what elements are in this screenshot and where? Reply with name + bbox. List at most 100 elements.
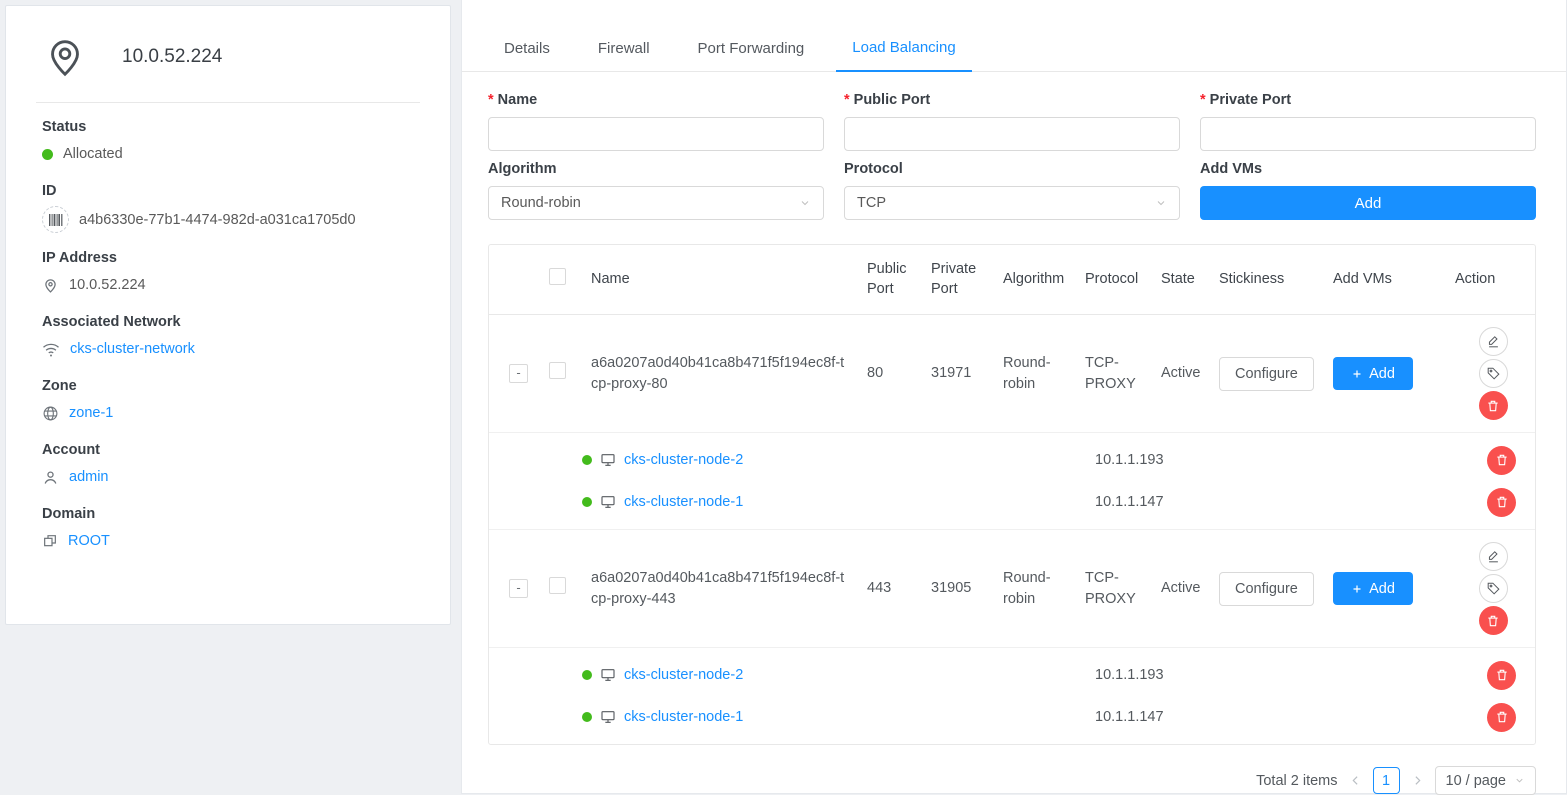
section-id: ID a4b6330e-77b1-4474-982d-a031ca1705d0 (42, 183, 420, 233)
tab-port-forwarding[interactable]: Port Forwarding (682, 26, 821, 71)
tag-icon (1486, 366, 1501, 381)
remove-vm-button[interactable] (1487, 446, 1516, 475)
plus-icon (1351, 583, 1363, 595)
protocol-select[interactable]: TCP (844, 186, 1180, 220)
pagination: Total 2 items 1 10 / page (462, 766, 1536, 795)
private-port-input[interactable] (1200, 117, 1536, 151)
vm-link[interactable]: cks-cluster-node-1 (624, 494, 743, 510)
vm-status-dot-icon (582, 670, 592, 680)
pin-icon (42, 277, 59, 294)
section-domain: Domain ROOT (42, 506, 420, 553)
detail-panel: Details Firewall Port Forwarding Load Ba… (461, 0, 1567, 794)
tag-icon (1486, 581, 1501, 596)
chevron-down-icon (1514, 775, 1525, 786)
trash-icon (1495, 453, 1509, 467)
vm-row: cks-cluster-node-1 10.1.1.147 (489, 696, 1535, 738)
add-vms-field-label: Add VMs (1200, 161, 1536, 177)
rule-algorithm: Round-robin (995, 562, 1077, 616)
vm-ip: 10.1.1.193 (1095, 452, 1487, 468)
configure-stickiness-button[interactable]: Configure (1219, 357, 1314, 391)
section-account: Account admin (42, 442, 420, 489)
domain-link[interactable]: ROOT (68, 533, 110, 549)
table-row: - a6a0207a0d40b41ca8b471f5f194ec8f-tcp-p… (489, 315, 1535, 433)
vm-status-dot-icon (582, 497, 592, 507)
public-port-input[interactable] (844, 117, 1180, 151)
vm-ip: 10.1.1.147 (1095, 494, 1487, 510)
vm-monitor-icon (600, 494, 616, 510)
next-page-button[interactable] (1409, 772, 1426, 789)
rule-state: Active (1153, 572, 1211, 605)
header-state: State (1153, 255, 1211, 305)
select-all-checkbox[interactable] (549, 268, 566, 285)
rule-algorithm: Round-robin (995, 347, 1077, 401)
trash-icon (1495, 668, 1509, 682)
field-add-vms: Add VMs Add (1200, 161, 1536, 220)
page-title: 10.0.52.224 (122, 46, 222, 68)
tab-firewall[interactable]: Firewall (582, 26, 666, 71)
ip-details-card: 10.0.52.224 Status Allocated ID a4b63 (5, 5, 451, 625)
remove-vm-button[interactable] (1487, 703, 1516, 732)
account-link[interactable]: admin (69, 469, 109, 485)
tag-rule-button[interactable] (1479, 574, 1508, 603)
page-number-button[interactable]: 1 (1373, 767, 1400, 794)
edit-rule-button[interactable] (1479, 542, 1508, 571)
section-status: Status Allocated (42, 119, 420, 166)
rule-protocol: TCP-PROXY (1077, 347, 1153, 401)
header-action: Action (1447, 255, 1539, 305)
add-rule-button[interactable]: Add (1200, 186, 1536, 220)
row-checkbox[interactable] (549, 577, 566, 594)
collapse-row-button[interactable]: - (509, 579, 528, 598)
tab-details[interactable]: Details (488, 26, 566, 71)
vm-row: cks-cluster-node-2 10.1.1.193 (489, 654, 1535, 696)
field-algorithm: Algorithm Round-robin (488, 161, 824, 220)
location-pin-icon (42, 34, 88, 80)
trash-icon (1495, 495, 1509, 509)
edit-rule-button[interactable] (1479, 327, 1508, 356)
status-value: Allocated (63, 146, 123, 162)
add-vm-to-rule-button[interactable]: Add (1333, 572, 1413, 605)
table-header-row: Name Public Port Private Port Algorithm … (489, 245, 1535, 315)
delete-rule-button[interactable] (1479, 606, 1508, 635)
collapse-row-button[interactable]: - (509, 364, 528, 383)
vm-link[interactable]: cks-cluster-node-1 (624, 709, 743, 725)
previous-page-button[interactable] (1347, 772, 1364, 789)
algorithm-selected-value: Round-robin (501, 195, 581, 211)
header-public-port: Public Port (859, 245, 923, 314)
tag-rule-button[interactable] (1479, 359, 1508, 388)
add-rule-form: *Name *Public Port *Private Port Algorit… (462, 72, 1566, 244)
required-asterisk: * (1200, 92, 1206, 108)
remove-vm-button[interactable] (1487, 661, 1516, 690)
remove-vm-button[interactable] (1487, 488, 1516, 517)
algorithm-select[interactable]: Round-robin (488, 186, 824, 220)
globe-icon (42, 405, 59, 422)
delete-rule-button[interactable] (1479, 391, 1508, 420)
name-input[interactable] (488, 117, 824, 151)
rule-private-port: 31971 (923, 357, 995, 390)
section-zone: Zone zone-1 (42, 378, 420, 425)
status-label: Status (42, 119, 420, 135)
vm-status-dot-icon (582, 455, 592, 465)
id-value: a4b6330e-77b1-4474-982d-a031ca1705d0 (79, 212, 356, 228)
algorithm-field-label: Algorithm (488, 161, 824, 177)
user-icon (42, 469, 59, 486)
configure-stickiness-button[interactable]: Configure (1219, 572, 1314, 606)
ip-address-label: IP Address (42, 250, 420, 266)
private-port-field-label: Private Port (1210, 92, 1291, 108)
network-link[interactable]: cks-cluster-network (70, 341, 195, 357)
card-header: 10.0.52.224 (6, 6, 450, 102)
page-size-select[interactable]: 10 / page (1435, 766, 1536, 795)
rule-vm-list: cks-cluster-node-2 10.1.1.193 cks-cluste… (489, 433, 1535, 530)
vm-link[interactable]: cks-cluster-node-2 (624, 452, 743, 468)
row-checkbox[interactable] (549, 362, 566, 379)
rule-vm-list: cks-cluster-node-2 10.1.1.193 cks-cluste… (489, 648, 1535, 744)
vm-ip: 10.1.1.193 (1095, 667, 1487, 683)
tab-load-balancing[interactable]: Load Balancing (836, 25, 971, 72)
chevron-down-icon (1155, 197, 1167, 209)
page-size-value: 10 / page (1446, 773, 1506, 789)
vm-link[interactable]: cks-cluster-node-2 (624, 667, 743, 683)
add-vm-to-rule-button[interactable]: Add (1333, 357, 1413, 390)
ip-address-value: 10.0.52.224 (69, 277, 146, 293)
zone-link[interactable]: zone-1 (69, 405, 113, 421)
vm-ip: 10.1.1.147 (1095, 709, 1487, 725)
add-vm-button-label: Add (1369, 366, 1395, 382)
